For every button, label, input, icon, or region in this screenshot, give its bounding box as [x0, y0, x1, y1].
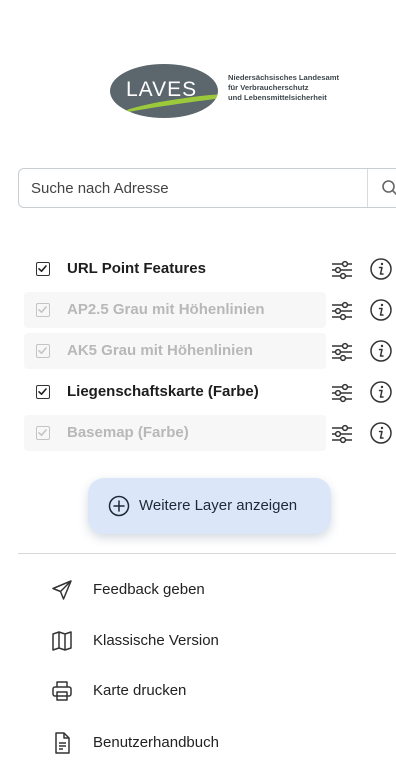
more-layers-label: Weitere Layer anzeigen	[139, 497, 298, 514]
info-icon[interactable]	[369, 339, 393, 363]
tune-icon[interactable]	[330, 381, 354, 405]
document-icon	[55, 732, 70, 754]
menu-item-print-map[interactable]: Karte drucken	[48, 670, 378, 710]
tune-icon[interactable]	[330, 422, 354, 446]
layer-name: Liegenschaftskarte (Farbe)	[67, 383, 259, 400]
layer-name: AP2.5 Grau mit Höhenlinien	[67, 301, 265, 318]
layer-item-1: URL Point Features	[24, 249, 396, 289]
more-layers-button[interactable]: Weitere Layer anzeigen	[88, 478, 331, 534]
check-icon	[38, 347, 47, 354]
check-icon	[38, 429, 47, 436]
tune-icon[interactable]	[330, 340, 354, 364]
logo-org-line-2: für Verbraucherschutz	[228, 83, 309, 92]
tune-icon[interactable]	[330, 258, 354, 282]
divider	[18, 553, 396, 554]
search-icon[interactable]	[381, 179, 396, 197]
layer-checkbox[interactable]	[36, 426, 50, 440]
layer-checkbox[interactable]	[36, 262, 50, 276]
layer-item-3: AK5 Grau mit Höhenlinien	[24, 331, 396, 371]
menu-item-feedback[interactable]: Feedback geben	[48, 569, 378, 609]
logo-org-line-3: und Lebensmittelsicherheit	[228, 93, 327, 102]
layer-checkbox[interactable]	[36, 385, 50, 399]
layer-name: URL Point Features	[67, 260, 206, 277]
laves-logo: LAVES Niedersächsisches Landesamt für Ve…	[110, 60, 342, 122]
plus-circle-icon	[108, 495, 130, 517]
layer-item-4: Liegenschaftskarte (Farbe)	[24, 372, 396, 412]
info-icon[interactable]	[369, 257, 393, 281]
menu-item-label: Benutzerhandbuch	[93, 734, 219, 751]
layer-checkbox[interactable]	[36, 303, 50, 317]
layer-checkbox[interactable]	[36, 344, 50, 358]
layer-item-5: Basemap (Farbe)	[24, 413, 396, 453]
map-icon	[52, 631, 72, 651]
menu-item-label: Feedback geben	[93, 581, 205, 598]
layer-name: AK5 Grau mit Höhenlinien	[67, 342, 253, 359]
menu-item-classic-version[interactable]: Klassische Version	[48, 620, 378, 660]
layer-name: Basemap (Farbe)	[67, 424, 189, 441]
printer-icon	[52, 681, 72, 701]
info-icon[interactable]	[369, 380, 393, 404]
menu-item-label: Klassische Version	[93, 632, 219, 649]
address-search	[18, 168, 396, 208]
logo-oval: LAVES	[110, 64, 218, 118]
layer-item-2: AP2.5 Grau mit Höhenlinien	[24, 290, 396, 330]
menu-item-label: Karte drucken	[93, 682, 187, 699]
search-input[interactable]	[19, 169, 369, 207]
tune-icon[interactable]	[330, 299, 354, 323]
logo-org-line-1: Niedersächsisches Landesamt	[228, 73, 340, 82]
send-icon	[52, 580, 72, 600]
search-divider	[367, 169, 368, 207]
menu-item-user-manual[interactable]: Benutzerhandbuch	[48, 722, 378, 762]
logo-mark: LAVES	[126, 78, 198, 101]
check-icon	[38, 388, 47, 395]
info-icon[interactable]	[369, 421, 393, 445]
check-icon	[38, 265, 47, 272]
check-icon	[38, 306, 47, 313]
info-icon[interactable]	[369, 298, 393, 322]
logo-organisation: Niedersächsisches Landesamt für Verbrauc…	[228, 73, 348, 103]
